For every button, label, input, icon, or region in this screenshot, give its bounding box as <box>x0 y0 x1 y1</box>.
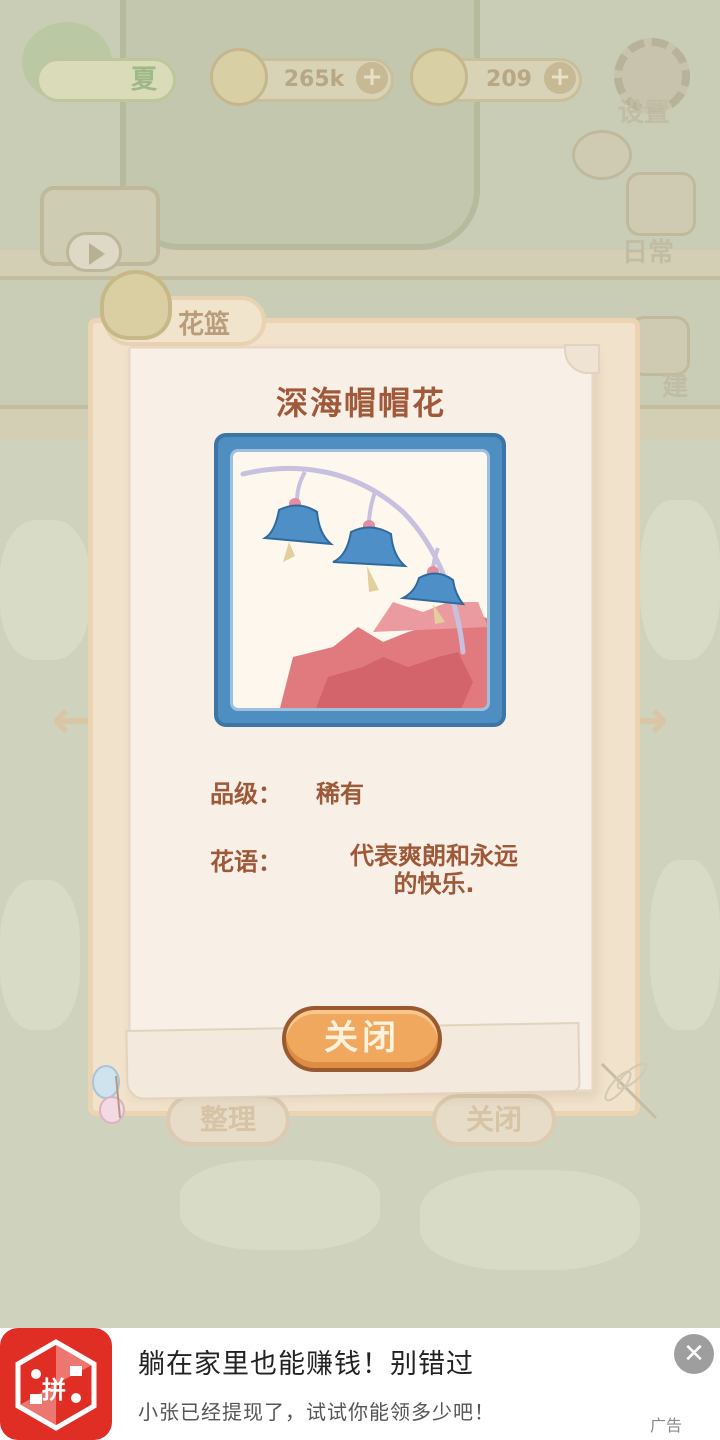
flower-name: 深海帽帽花 <box>275 384 446 422</box>
fish-coin-icon <box>210 48 268 106</box>
season-badge[interactable]: 夏 <box>36 58 176 102</box>
watch-video-button[interactable] <box>40 186 160 272</box>
basket-close-button[interactable]: 关闭 <box>432 1094 556 1146</box>
flower-bubble-icon <box>572 130 632 180</box>
scene-stone <box>650 860 720 1030</box>
paper-corner <box>564 344 600 374</box>
ad-subtitle[interactable]: 小张已经提现了，试试你能领多少吧！ <box>138 1396 495 1425</box>
play-icon <box>66 232 122 272</box>
gem-amount: 209 <box>486 67 532 92</box>
ad-tag: 广告 <box>650 1416 683 1435</box>
pinduoduo-logo[interactable]: 拼 <box>0 1328 112 1440</box>
basket-icon <box>100 270 172 340</box>
notebook-icon[interactable] <box>626 172 696 236</box>
ad-title[interactable]: 躺在家里也能赚钱！别错过 <box>138 1342 474 1381</box>
scene-road <box>120 0 480 250</box>
flower-language-line-2: 的快乐. <box>393 870 475 898</box>
flower-language-text: 代表爽朗和永远 的快乐. <box>326 842 542 898</box>
flower-language-line-1: 代表爽朗和永远 <box>350 842 518 870</box>
daily-label: 日常 <box>622 238 675 268</box>
grade-value: 稀有 <box>316 780 364 808</box>
settings-label: 设置 <box>618 98 671 128</box>
build-label: 建 <box>662 372 689 402</box>
add-gems-button[interactable]: + <box>544 62 576 94</box>
add-coins-button[interactable]: + <box>356 62 388 94</box>
grade-label: 品级： <box>210 780 282 808</box>
flower-language-label: 花语： <box>210 848 282 876</box>
flower-image-frame <box>214 433 506 727</box>
scene-stone <box>0 520 90 660</box>
coin-amount: 265k <box>283 67 345 92</box>
organize-button[interactable]: 整理 <box>166 1094 290 1146</box>
scene-stone <box>640 500 720 660</box>
close-button[interactable]: 关闭 <box>282 1006 442 1072</box>
scene-stone <box>180 1160 380 1250</box>
basket-label: 花篮 <box>178 310 231 340</box>
logo-text: 拼 <box>42 1376 66 1404</box>
scene-stone <box>420 1170 640 1270</box>
dragonfly-icon <box>600 1062 658 1120</box>
cheese-icon <box>410 48 468 106</box>
bellflower-illustration <box>240 465 487 708</box>
scene-stone <box>0 880 80 1030</box>
close-icon[interactable]: ✕ <box>674 1334 714 1374</box>
